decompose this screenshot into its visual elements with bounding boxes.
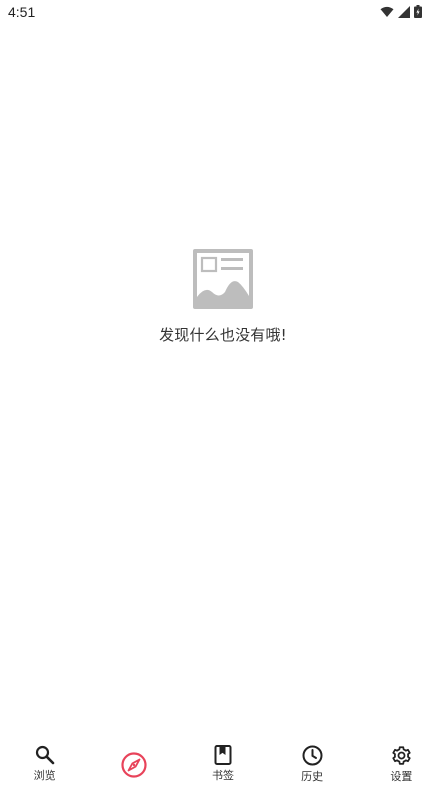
status-bar: 4:51 bbox=[0, 0, 446, 26]
nav-item-history[interactable]: 历史 bbox=[282, 745, 342, 784]
nav-label-settings: 设置 bbox=[390, 769, 413, 783]
nav-item-discover[interactable] bbox=[104, 749, 164, 779]
status-icons bbox=[380, 5, 422, 18]
battery-icon bbox=[414, 5, 422, 18]
empty-state: 发现什么也没有哦! bbox=[0, 248, 446, 345]
nav-item-bookmarks[interactable]: 书签 bbox=[193, 745, 253, 783]
nav-item-browse[interactable]: 浏览 bbox=[15, 745, 75, 783]
wifi-icon bbox=[380, 6, 394, 18]
nav-label-history: 历史 bbox=[301, 769, 324, 783]
status-time: 4:51 bbox=[8, 4, 36, 20]
compass-icon bbox=[120, 751, 148, 779]
search-icon bbox=[35, 745, 55, 765]
empty-message: 发现什么也没有哦! bbox=[159, 326, 287, 344]
image-placeholder-icon bbox=[192, 248, 254, 310]
bookmark-icon bbox=[214, 745, 232, 765]
app-screen: 4:51 发现什么也没有哦! 浏览 书签 历史 设置 bbox=[0, 0, 446, 793]
clock-icon bbox=[302, 745, 323, 766]
nav-item-settings[interactable]: 设置 bbox=[371, 745, 431, 784]
gear-icon bbox=[391, 745, 412, 766]
nav-label-bookmarks: 书签 bbox=[211, 769, 234, 782]
nav-label-browse: 浏览 bbox=[33, 769, 56, 782]
bottom-navigation: 浏览 书签 历史 设置 bbox=[0, 735, 446, 793]
signal-icon bbox=[398, 5, 410, 18]
